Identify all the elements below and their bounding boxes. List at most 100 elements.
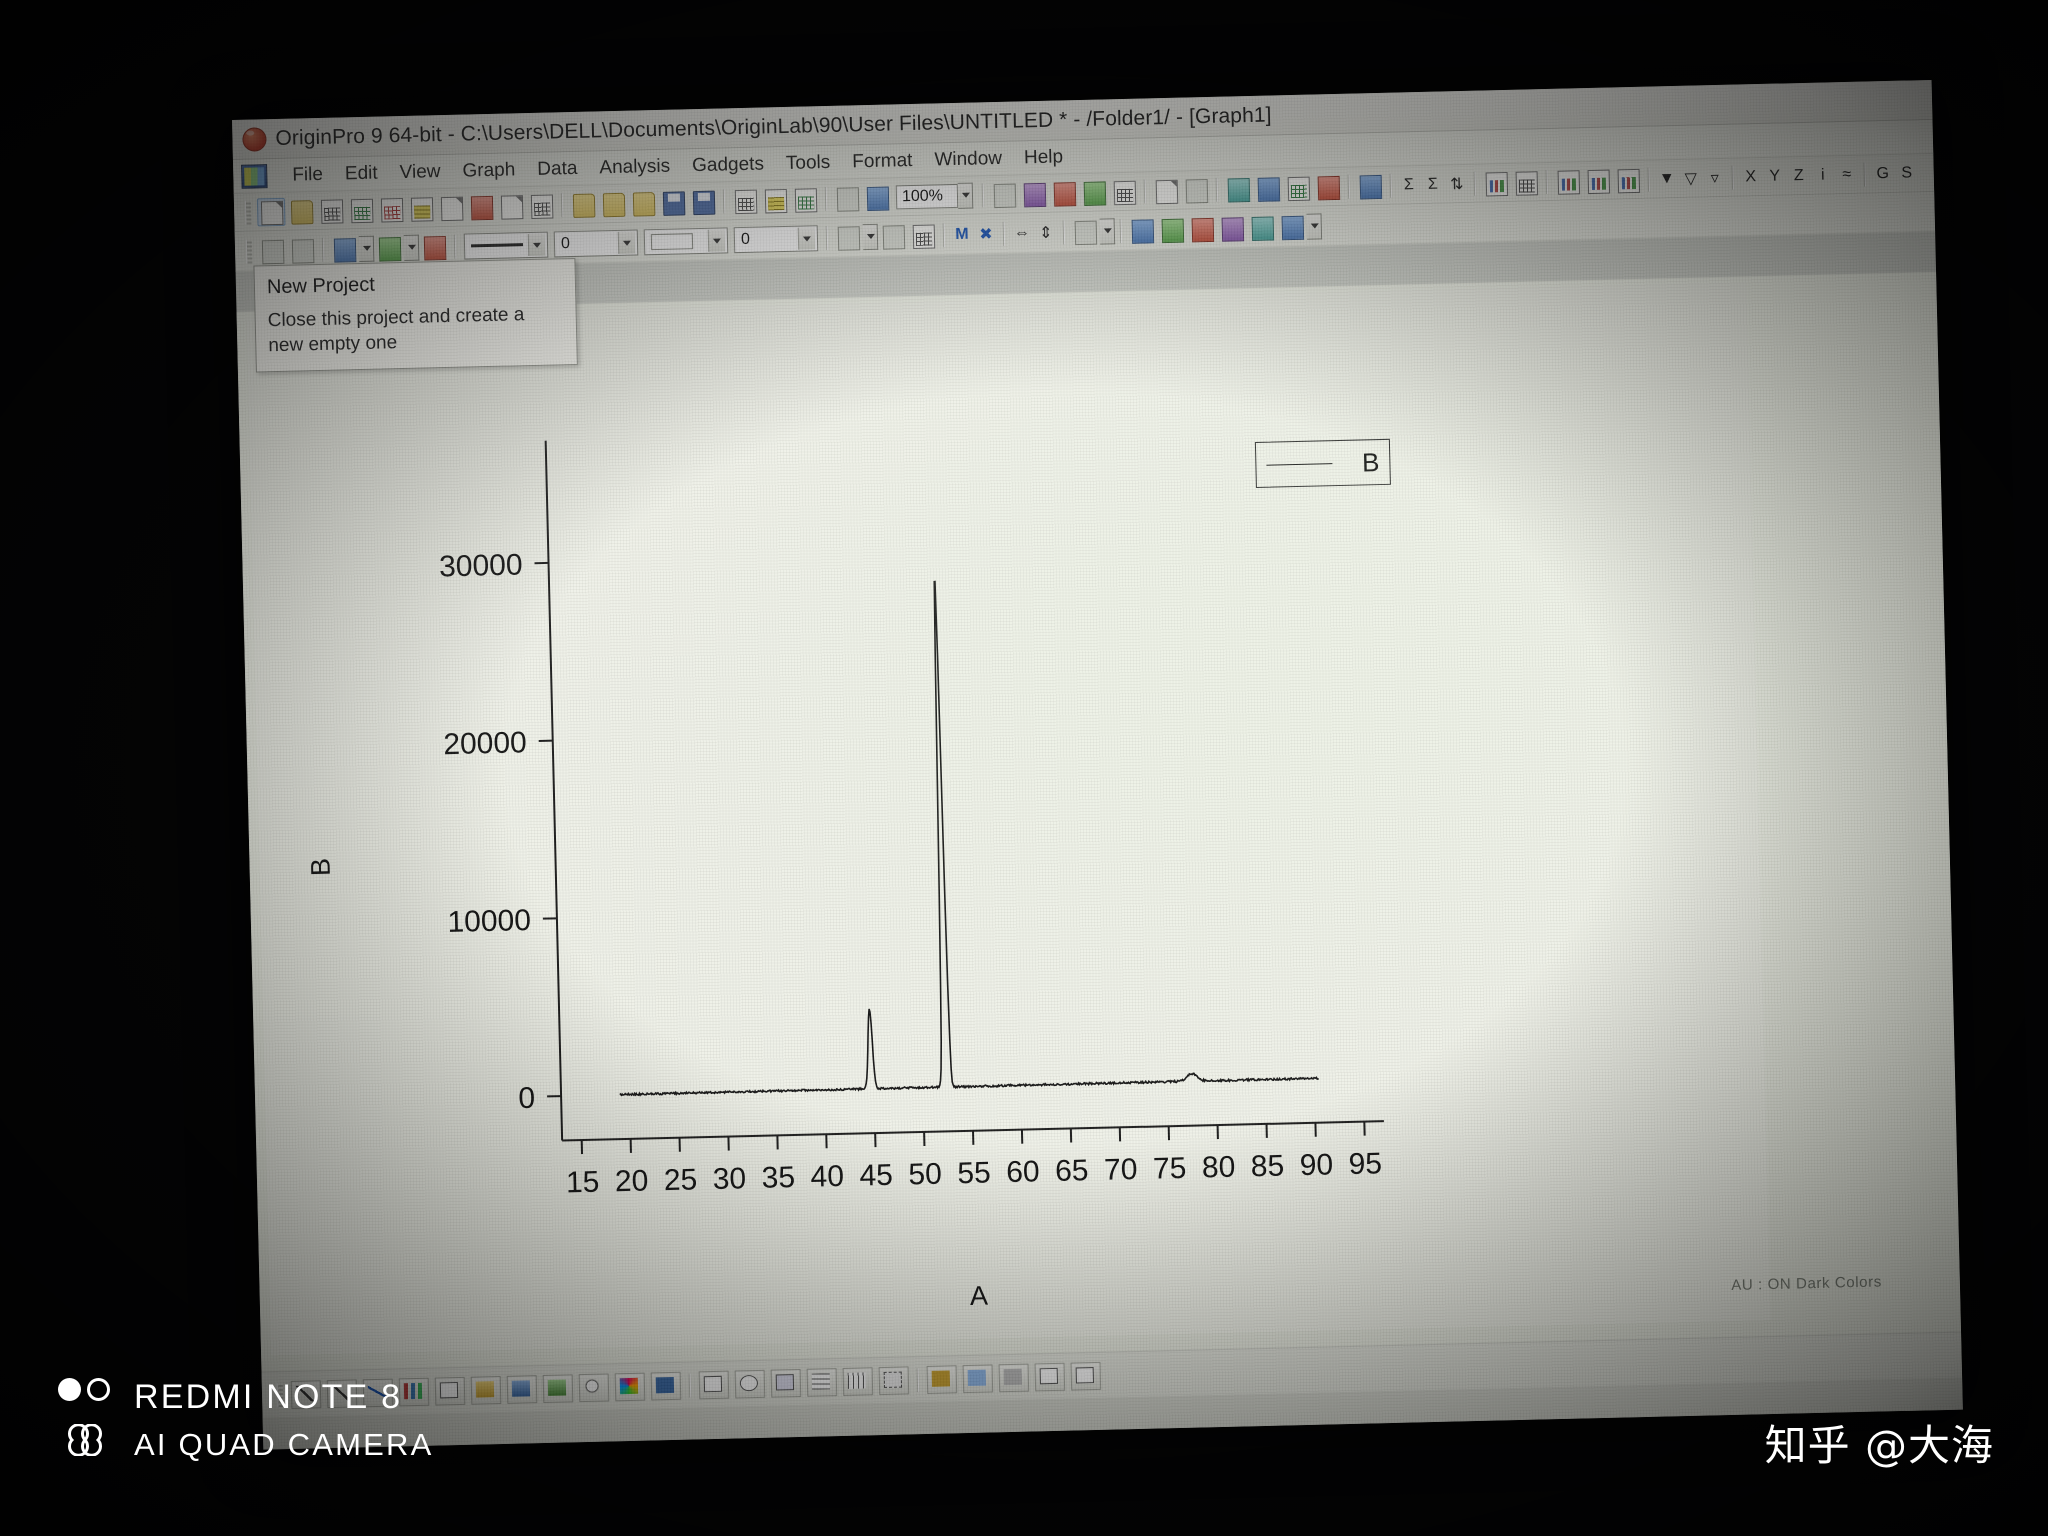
new-note-window-button[interactable]	[1152, 176, 1181, 205]
data-reader-button[interactable]	[507, 1375, 538, 1404]
extract-button[interactable]	[1247, 213, 1276, 242]
menu-item-edit[interactable]: Edit	[334, 159, 389, 188]
g-letter-icon[interactable]: G	[1871, 164, 1895, 183]
data-selector-button[interactable]	[543, 1374, 574, 1403]
marker-button[interactable]	[1035, 1362, 1066, 1391]
zoom-in-button[interactable]	[579, 1373, 610, 1402]
menu-item-help[interactable]: Help	[1013, 143, 1075, 172]
clear-marker-button[interactable]	[1070, 1361, 1101, 1390]
import-wizard-button[interactable]	[629, 189, 658, 218]
grid-tool-button[interactable]	[843, 1367, 874, 1396]
unmask-tool-button[interactable]	[963, 1364, 994, 1393]
add-layer-button[interactable]	[527, 191, 556, 220]
new-project-button[interactable]	[257, 197, 286, 226]
axis-x-icon[interactable]: X	[1739, 167, 1763, 186]
filter-off-icon[interactable]: ▽	[1679, 168, 1703, 189]
graph-tools-dropdown[interactable]	[1306, 213, 1322, 239]
toolbar-grip[interactable]	[245, 200, 252, 224]
command-window-button[interactable]	[1254, 174, 1283, 203]
chevron-down-icon[interactable]	[708, 229, 726, 251]
toolbar-grip[interactable]	[246, 239, 253, 263]
zoom-value[interactable]: 100%	[896, 183, 959, 208]
merge-icon[interactable]: M	[950, 225, 974, 244]
speed-mode-button[interactable]	[1158, 215, 1187, 244]
hide-mask-button[interactable]	[999, 1363, 1030, 1392]
paste-button[interactable]	[863, 183, 892, 212]
stats-col-button[interactable]	[1482, 168, 1511, 197]
screen-reader-button[interactable]	[471, 1376, 502, 1405]
line-color-button[interactable]	[375, 234, 404, 263]
chevron-down-icon[interactable]	[528, 233, 546, 255]
menu-item-file[interactable]: File	[281, 160, 334, 189]
zoom-dropdown-arrow[interactable]	[958, 182, 974, 208]
import-wizard2-button[interactable]	[791, 185, 820, 214]
table-button[interactable]	[909, 221, 938, 250]
copy-button[interactable]	[833, 184, 862, 213]
align-h-icon[interactable]: ⇔	[1010, 224, 1034, 243]
project-explorer-button[interactable]	[1110, 177, 1139, 206]
info-icon[interactable]: i	[1811, 166, 1835, 185]
lightness-button[interactable]	[420, 232, 449, 261]
merge-graph-button[interactable]	[1277, 212, 1306, 241]
histogram-button[interactable]	[1553, 167, 1582, 196]
fill-color-button[interactable]	[330, 235, 359, 264]
new-notes-button[interactable]	[497, 192, 526, 221]
bar-chart-button[interactable]	[1583, 166, 1612, 195]
y-axis-title[interactable]: B	[305, 858, 336, 877]
arrow-tool-button[interactable]	[258, 236, 287, 265]
import-single-ascii-button[interactable]	[731, 186, 760, 215]
align-v-icon[interactable]: ⇕	[1034, 222, 1058, 243]
open-excel-button[interactable]	[599, 189, 628, 218]
line-width-combo[interactable]: 0	[554, 229, 639, 257]
zoom-control[interactable]: 100%	[896, 182, 974, 210]
circle-tool-button[interactable]	[735, 1369, 766, 1398]
results-log-button[interactable]	[1182, 175, 1211, 204]
fill-pattern-combo[interactable]: 0	[734, 225, 819, 253]
plot-legend[interactable]: B	[1255, 439, 1391, 488]
column-chart-button[interactable]	[1613, 165, 1642, 194]
polygon-tool-button[interactable]	[771, 1368, 802, 1397]
s-letter-icon[interactable]: S	[1895, 164, 1919, 183]
pattern-dropdown[interactable]	[863, 223, 879, 249]
layer-manage-button[interactable]	[1217, 214, 1246, 243]
rectangle-tool-button[interactable]	[699, 1370, 730, 1399]
mask-icon[interactable]: ≈	[1835, 165, 1859, 184]
menu-item-format[interactable]: Format	[841, 146, 924, 176]
color-picker-button[interactable]	[615, 1372, 646, 1401]
x-axis-title[interactable]: A	[970, 1281, 989, 1312]
gradient-button[interactable]	[879, 222, 908, 251]
app-center-button[interactable]	[1314, 172, 1343, 201]
menu-item-gadgets[interactable]: Gadgets	[681, 150, 775, 180]
menu-item-window[interactable]: Window	[923, 144, 1013, 174]
line-color-dropdown[interactable]	[404, 234, 420, 260]
new-excel-button[interactable]	[347, 195, 376, 224]
script-window-button[interactable]	[1284, 173, 1313, 202]
open-project-button[interactable]	[287, 197, 316, 226]
send-graph-button[interactable]	[1050, 179, 1079, 208]
region-tool-button[interactable]	[435, 1376, 466, 1405]
rescale-button[interactable]	[1128, 216, 1157, 245]
text-box-button[interactable]	[651, 1371, 682, 1400]
new-function-button[interactable]	[437, 193, 466, 222]
add-object-button[interactable]	[1356, 171, 1385, 200]
chevron-down-icon[interactable]	[618, 231, 636, 253]
graph-page[interactable]: 0 10000 20000 30000 15 20 25 30 35 40 45 50 55 60 65 7…	[247, 282, 1771, 1355]
table-insert-button[interactable]	[807, 1368, 838, 1397]
xrd-plot[interactable]: 0 10000 20000 30000 15 20 25 30 35 40 45 50 55 60 65 7…	[247, 282, 1771, 1355]
menu-item-tools[interactable]: Tools	[775, 148, 842, 178]
mask-tool-button[interactable]	[927, 1365, 958, 1394]
fill-color-dropdown[interactable]	[359, 235, 375, 261]
new-layout-button[interactable]	[467, 192, 496, 221]
lock-button[interactable]	[1071, 217, 1100, 246]
text-tool-button[interactable]	[288, 236, 317, 265]
sort-icon[interactable]: ⇅	[1445, 173, 1469, 194]
new-workbook-button[interactable]	[317, 196, 346, 225]
new-matrix-button[interactable]	[407, 194, 436, 223]
axis-z-icon[interactable]: Z	[1787, 166, 1811, 185]
layer-contents-button[interactable]	[1188, 214, 1217, 243]
group-button[interactable]	[879, 1366, 910, 1395]
unmerge-icon[interactable]: ✖	[974, 223, 998, 244]
code-builder-button[interactable]	[1224, 174, 1253, 203]
chevron-down-icon[interactable]	[798, 227, 816, 249]
filter-icon[interactable]: ▼	[1655, 169, 1679, 188]
